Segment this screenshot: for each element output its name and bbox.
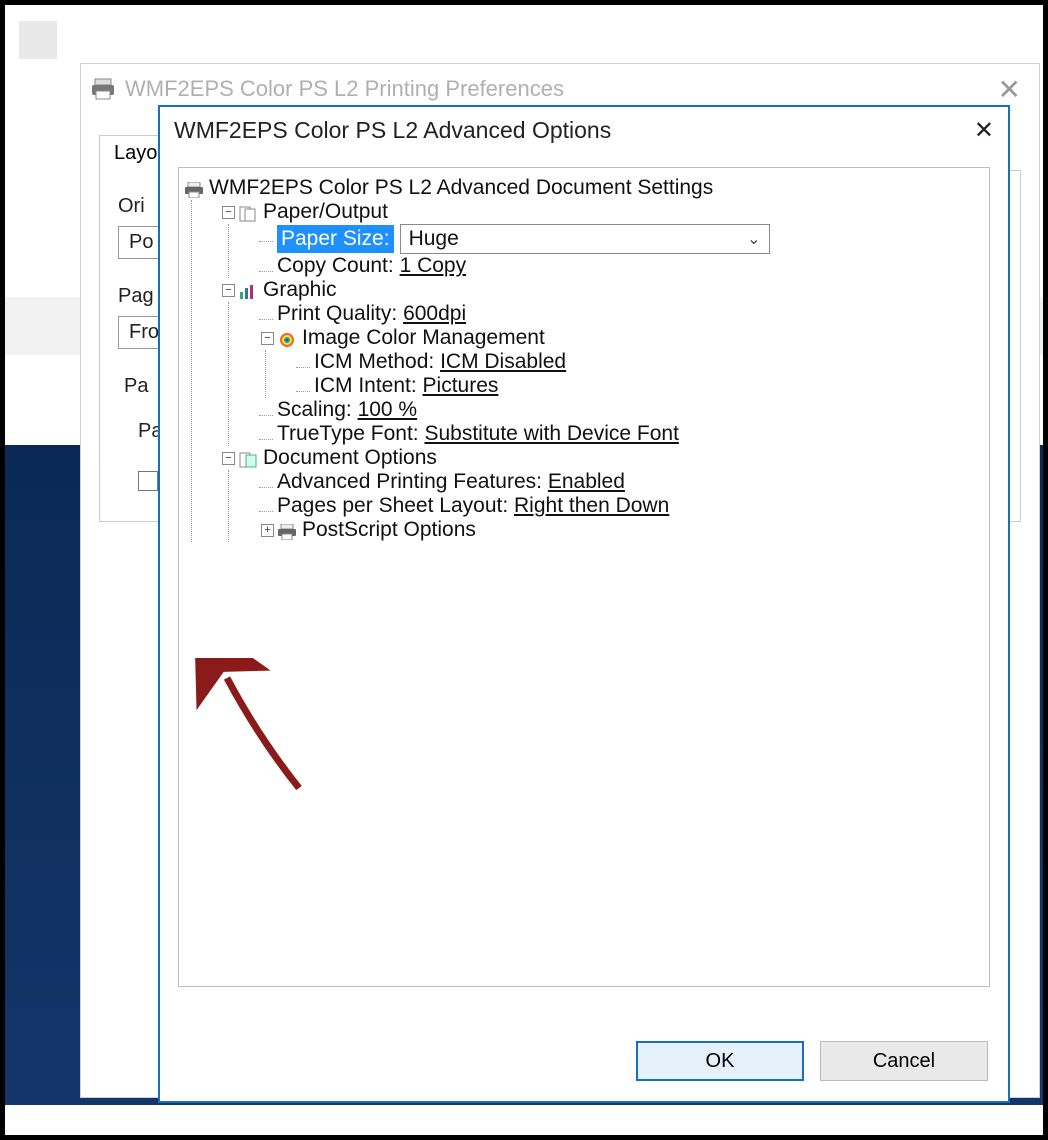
scaling-key: Scaling:	[277, 398, 352, 422]
paper-icon	[239, 204, 257, 220]
scaling-value[interactable]: 100 %	[358, 398, 418, 422]
print-quality-key: Print Quality:	[277, 302, 397, 326]
icm-intent-value[interactable]: Pictures	[423, 374, 499, 398]
collapse-icon[interactable]: −	[222, 452, 235, 465]
ttf-value[interactable]: Substitute with Device Font	[424, 422, 678, 446]
ps-options-label: PostScript Options	[302, 518, 476, 542]
tree-root[interactable]: WMF2EPS Color PS L2 Advanced Document Se…	[185, 176, 983, 200]
close-icon[interactable]: ✕	[988, 73, 1031, 106]
printer-icon	[278, 522, 296, 538]
tree-icm[interactable]: − Image Color Management	[259, 326, 983, 350]
ttf-key: TrueType Font:	[277, 422, 419, 446]
chevron-down-icon: ⌄	[747, 229, 760, 249]
tree-graphic[interactable]: − Graphic	[222, 278, 983, 302]
tree-icm-method[interactable]: ICM Method: ICM Disabled	[296, 350, 983, 374]
ok-button[interactable]: OK	[636, 1041, 804, 1081]
tree-paper-output[interactable]: − Paper/Output	[222, 200, 983, 224]
pages-sheet-key: Pages per Sheet Layout:	[277, 494, 508, 518]
cancel-button[interactable]: Cancel	[820, 1041, 988, 1081]
collapse-icon[interactable]: −	[222, 206, 235, 219]
tree-panel: WMF2EPS Color PS L2 Advanced Document Se…	[178, 167, 990, 987]
printer-icon	[185, 180, 203, 196]
tree-copy-count[interactable]: Copy Count: 1 Copy	[259, 254, 983, 278]
collapse-icon[interactable]: −	[222, 284, 235, 297]
adv-print-key: Advanced Printing Features:	[277, 470, 542, 494]
copy-count-value[interactable]: 1 Copy	[400, 254, 467, 278]
tree-pages-sheet[interactable]: Pages per Sheet Layout: Right then Down	[259, 494, 983, 518]
parent-title: WMF2EPS Color PS L2 Printing Preferences	[125, 76, 564, 102]
expand-icon[interactable]: +	[261, 524, 274, 537]
paper-size-select[interactable]: Huge ⌄	[400, 224, 770, 254]
doc-options-label: Document Options	[263, 446, 437, 470]
close-icon[interactable]: ✕	[974, 116, 994, 145]
child-titlebar: WMF2EPS Color PS L2 Advanced Options ✕	[160, 107, 1008, 153]
document-icon	[239, 450, 257, 466]
icm-method-key: ICM Method:	[314, 350, 434, 374]
adv-print-value[interactable]: Enabled	[548, 470, 625, 494]
tree-paper-size[interactable]: Paper Size: Huge ⌄	[259, 224, 983, 254]
chart-icon	[239, 282, 257, 298]
copy-count-key: Copy Count:	[277, 254, 394, 278]
tree-scaling[interactable]: Scaling: 100 %	[259, 398, 983, 422]
paper-output-label: Paper/Output	[263, 200, 388, 224]
annotation-arrow-icon	[189, 658, 309, 808]
checkbox[interactable]	[138, 471, 158, 491]
tree-adv-printing[interactable]: Advanced Printing Features: Enabled	[259, 470, 983, 494]
collapse-icon[interactable]: −	[261, 332, 274, 345]
tree-postscript-options[interactable]: + PostScript Options	[259, 518, 983, 542]
print-quality-value[interactable]: 600dpi	[403, 302, 466, 326]
pages-sheet-value[interactable]: Right then Down	[514, 494, 669, 518]
icm-label: Image Color Management	[302, 326, 545, 350]
paper-size-key: Paper Size:	[277, 225, 394, 253]
icm-intent-key: ICM Intent:	[314, 374, 417, 398]
color-target-icon	[278, 330, 296, 346]
background-square	[19, 21, 57, 59]
tree-root-label: WMF2EPS Color PS L2 Advanced Document Se…	[209, 176, 713, 200]
tree-document-options[interactable]: − Document Options	[222, 446, 983, 470]
printer-icon	[89, 77, 117, 101]
tree-truetype-font[interactable]: TrueType Font: Substitute with Device Fo…	[259, 422, 983, 446]
tree-icm-intent[interactable]: ICM Intent: Pictures	[296, 374, 983, 398]
icm-method-value[interactable]: ICM Disabled	[440, 350, 566, 374]
graphic-label: Graphic	[263, 278, 337, 302]
tree-print-quality[interactable]: Print Quality: 600dpi	[259, 302, 983, 326]
advanced-options-dialog: WMF2EPS Color PS L2 Advanced Options ✕ W…	[158, 105, 1010, 1103]
child-title: WMF2EPS Color PS L2 Advanced Options	[174, 117, 611, 144]
